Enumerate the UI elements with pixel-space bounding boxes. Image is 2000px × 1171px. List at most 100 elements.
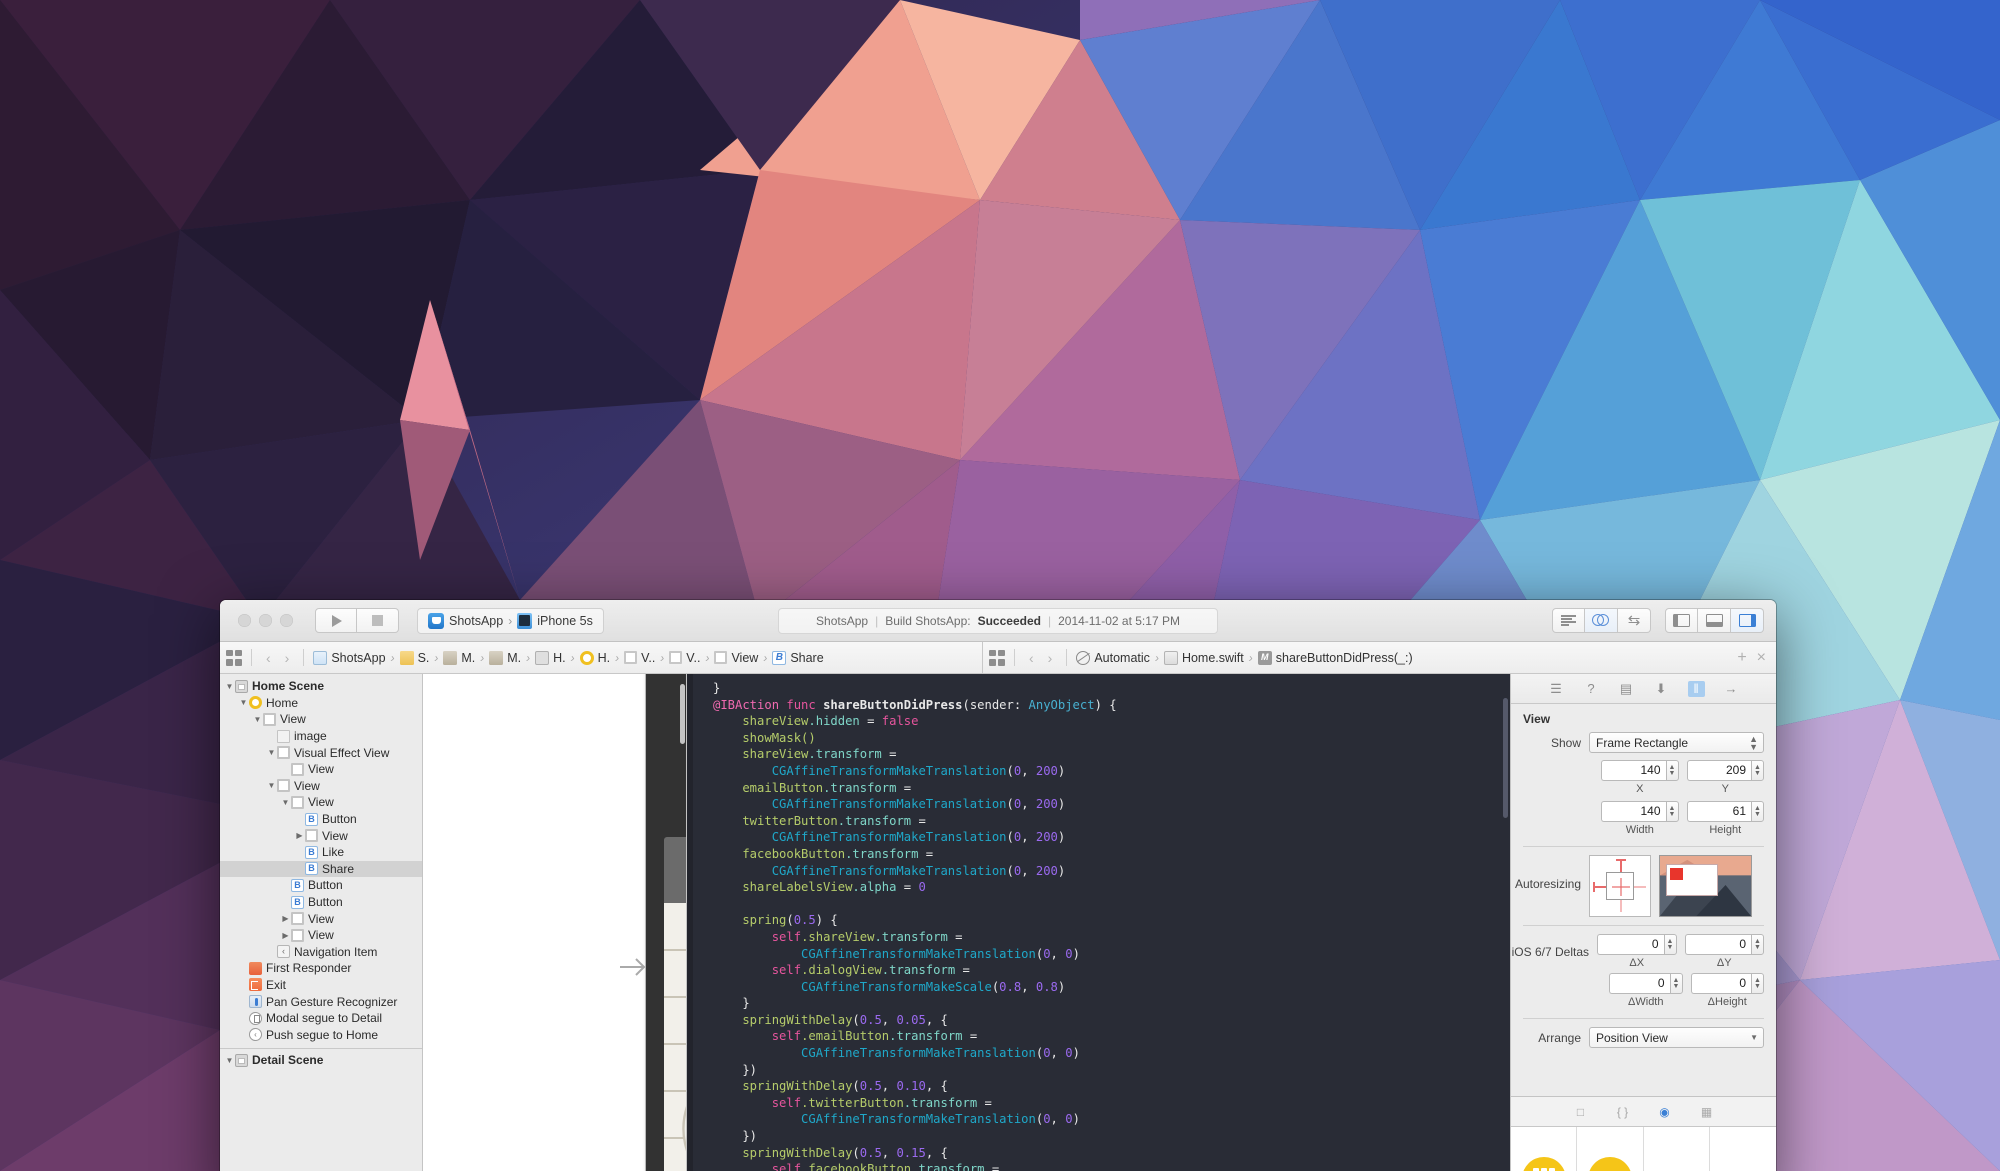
outline-row[interactable]: First Responder: [220, 960, 422, 977]
outline-row[interactable]: ▶ View: [220, 827, 422, 844]
x-stepper[interactable]: ▲ ▼: [1665, 760, 1679, 781]
delta-y-field[interactable]: 0 ▲ ▼: [1684, 934, 1764, 955]
related-items-icon[interactable]: [226, 649, 242, 666]
autoresizing-left-strut[interactable]: [1594, 886, 1606, 888]
quick-help-inspector-icon[interactable]: ?: [1583, 681, 1600, 697]
delta-x-stepper[interactable]: ▲ ▼: [1663, 934, 1677, 955]
delta-x-field[interactable]: 0 ▲ ▼: [1597, 934, 1677, 955]
outline-row[interactable]: ‹ Push segue to Home: [220, 1026, 422, 1043]
minimize-button[interactable]: [259, 614, 272, 627]
back-button[interactable]: ‹: [1024, 650, 1039, 666]
height-field[interactable]: 61 ▲ ▼: [1686, 801, 1764, 822]
object-library-icon[interactable]: ◉: [1657, 1104, 1673, 1120]
close-assistant-editor-button[interactable]: ×: [1757, 649, 1766, 667]
width-stepper[interactable]: ▲ ▼: [1665, 801, 1679, 822]
breadcrumb-project[interactable]: ShotsApp ›: [313, 650, 395, 665]
breadcrumb-storyboard[interactable]: H. ›: [535, 650, 576, 665]
code-snippet-library-icon[interactable]: { }: [1615, 1104, 1631, 1120]
delta-height-field[interactable]: 0 ▲ ▼: [1690, 973, 1764, 994]
delta-width-input[interactable]: 0: [1609, 973, 1670, 994]
library-item-view-controller[interactable]: [1511, 1127, 1578, 1171]
storyboard-canvas[interactable]: Bug Mike | Creative Mints 100 ♥: [423, 674, 687, 1171]
outline-row[interactable]: ▼ Visual Effect View: [220, 744, 422, 761]
height-input[interactable]: 61: [1686, 801, 1751, 822]
delta-height-input[interactable]: 0: [1690, 973, 1751, 994]
autoresizing-height-spring[interactable]: [1620, 878, 1622, 896]
breadcrumb-view-1[interactable]: V.. ›: [624, 651, 665, 665]
breadcrumb-view-3[interactable]: View ›: [714, 651, 768, 665]
media-library-icon[interactable]: ▦: [1699, 1104, 1715, 1120]
file-inspector-icon[interactable]: ☰: [1548, 681, 1565, 697]
breadcrumb-swift-file[interactable]: Home.swift ›: [1163, 650, 1254, 665]
disclosure-right-icon[interactable]: ▶: [280, 914, 291, 923]
attributes-inspector-icon[interactable]: ⬇: [1653, 681, 1670, 697]
outline-row[interactable]: B Like: [220, 844, 422, 861]
toggle-navigator-button[interactable]: [1665, 608, 1698, 633]
identity-inspector-icon[interactable]: ▤: [1618, 681, 1635, 697]
disclosure-down-icon[interactable]: ▼: [238, 698, 249, 707]
disclosure-right-icon[interactable]: ▶: [294, 831, 305, 840]
source-code[interactable]: } @IBAction func shareButtonDidPress(send…: [687, 674, 1510, 1171]
standard-editor-button[interactable]: [1552, 608, 1585, 633]
add-assistant-editor-button[interactable]: +: [1737, 649, 1746, 667]
y-field[interactable]: 209 ▲ ▼: [1686, 760, 1764, 781]
run-button[interactable]: [315, 608, 357, 633]
disclosure-down-icon[interactable]: ▼: [266, 781, 277, 790]
assistant-editor-button[interactable]: [1585, 608, 1618, 633]
canvas-scroll-thumb[interactable]: [680, 684, 685, 744]
assistant-code-editor[interactable]: } @IBAction func shareButtonDidPress(send…: [687, 674, 1510, 1171]
arrange-select[interactable]: Position View ▼: [1589, 1027, 1764, 1048]
outline-row[interactable]: ▼ View: [220, 711, 422, 728]
canvas-scrollbar[interactable]: [679, 678, 686, 1171]
outline-row[interactable]: ▼ View: [220, 778, 422, 795]
outline-row[interactable]: B Button: [220, 877, 422, 894]
width-input[interactable]: 140: [1601, 801, 1666, 822]
library-item-player[interactable]: ◀◀ ▶ ▶▶: [1577, 1127, 1644, 1171]
breadcrumb-automatic[interactable]: Automatic ›: [1076, 650, 1160, 665]
disclosure-down-icon[interactable]: ▼: [266, 748, 277, 757]
delta-x-input[interactable]: 0: [1597, 934, 1664, 955]
delta-y-input[interactable]: 0: [1684, 934, 1751, 955]
outline-row[interactable]: ▶ View: [220, 927, 422, 944]
x-field[interactable]: 140 ▲ ▼: [1601, 760, 1679, 781]
autoresizing-bottom-strut[interactable]: [1620, 900, 1622, 912]
zoom-button[interactable]: [280, 614, 293, 627]
outline-row[interactable]: View: [220, 761, 422, 778]
delta-y-stepper[interactable]: ▲ ▼: [1751, 934, 1764, 955]
breadcrumb-file-1[interactable]: M. ›: [443, 650, 485, 665]
editor-scroll-thumb[interactable]: [1503, 698, 1508, 818]
breadcrumb-view-controller[interactable]: H. ›: [579, 650, 621, 665]
delta-height-stepper[interactable]: ▲ ▼: [1751, 973, 1764, 994]
outline-row[interactable]: B Button: [220, 894, 422, 911]
scheme-selector[interactable]: ShotsApp › iPhone 5s: [417, 607, 604, 634]
library-item-label[interactable]: Label: [1644, 1127, 1710, 1171]
back-button[interactable]: ‹: [261, 650, 276, 666]
show-select[interactable]: Frame Rectangle ▲ ▼: [1589, 732, 1764, 753]
connections-inspector-icon[interactable]: →: [1723, 681, 1740, 697]
delta-width-stepper[interactable]: ▲ ▼: [1669, 973, 1683, 994]
breadcrumb-view-2[interactable]: V.. ›: [669, 651, 710, 665]
close-button[interactable]: [238, 614, 251, 627]
y-stepper[interactable]: ▲ ▼: [1751, 760, 1764, 781]
version-editor-button[interactable]: ⇆: [1618, 608, 1651, 633]
disclosure-down-icon[interactable]: ▼: [252, 715, 263, 724]
y-input[interactable]: 209: [1686, 760, 1751, 781]
outline-row-detail-scene[interactable]: ▼ Detail Scene: [220, 1052, 422, 1069]
file-template-library-icon[interactable]: □: [1573, 1104, 1589, 1120]
outline-row[interactable]: ▼ View: [220, 794, 422, 811]
autoresizing-top-strut[interactable]: [1620, 860, 1622, 872]
breadcrumb-file-2[interactable]: M. ›: [489, 650, 531, 665]
outline-row[interactable]: B Share: [220, 860, 422, 878]
size-inspector-icon[interactable]: ‖: [1687, 680, 1705, 697]
toggle-utilities-button[interactable]: [1731, 608, 1764, 633]
toggle-debug-button[interactable]: [1698, 608, 1731, 633]
forward-button[interactable]: ›: [1043, 650, 1058, 666]
breadcrumb-share-button[interactable]: B Share: [772, 650, 824, 665]
disclosure-down-icon[interactable]: ▼: [280, 798, 291, 807]
outline-row[interactable]: B Button: [220, 811, 422, 828]
disclosure-right-icon[interactable]: ▶: [280, 931, 291, 940]
autoresizing-mask[interactable]: [1589, 855, 1651, 917]
x-input[interactable]: 140: [1601, 760, 1666, 781]
breadcrumb-method[interactable]: MshareButtonDidPress(_:): [1257, 650, 1413, 665]
editor-scrollbar[interactable]: [1502, 678, 1509, 1171]
